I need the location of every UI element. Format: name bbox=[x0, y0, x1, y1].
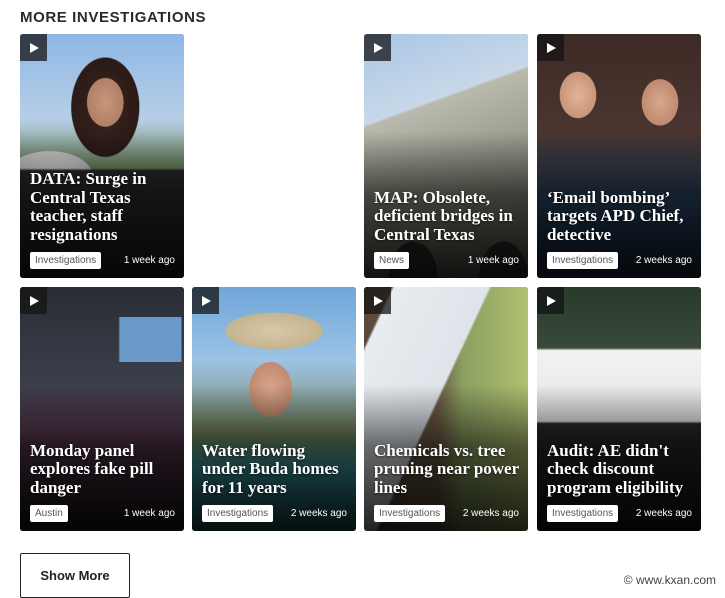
story-card-fake-pill-panel[interactable]: Monday panel explores fake pill danger A… bbox=[20, 287, 184, 531]
category-tag[interactable]: Austin bbox=[30, 505, 68, 522]
category-tag[interactable]: Investigations bbox=[30, 252, 102, 269]
story-headline[interactable]: ‘Email bombing’ targets APD Chief, detec… bbox=[547, 188, 693, 245]
timestamp: 2 weeks ago bbox=[290, 508, 347, 519]
timestamp: 2 weeks ago bbox=[462, 508, 519, 519]
timestamp: 2 weeks ago bbox=[635, 255, 692, 266]
section-title: MORE INVESTIGATIONS bbox=[20, 9, 207, 26]
timestamp: 1 week ago bbox=[123, 255, 175, 266]
play-icon[interactable] bbox=[537, 287, 564, 314]
play-icon[interactable] bbox=[20, 34, 47, 61]
story-card-buda-water[interactable]: Water flowing under Buda homes for 11 ye… bbox=[192, 287, 356, 531]
story-card-teacher-resignations[interactable]: DATA: Surge in Central Texas teacher, st… bbox=[20, 34, 184, 278]
play-icon[interactable] bbox=[192, 287, 219, 314]
site-watermark: © www.kxan.com bbox=[620, 572, 719, 588]
story-headline[interactable]: Water flowing under Buda homes for 11 ye… bbox=[202, 441, 348, 498]
category-tag[interactable]: News bbox=[374, 252, 410, 269]
story-card-tree-pruning[interactable]: Chemicals vs. tree pruning near power li… bbox=[364, 287, 528, 531]
timestamp: 1 week ago bbox=[467, 255, 519, 266]
play-icon[interactable] bbox=[537, 34, 564, 61]
play-icon[interactable] bbox=[364, 287, 391, 314]
timestamp: 2 weeks ago bbox=[635, 508, 692, 519]
play-icon[interactable] bbox=[364, 34, 391, 61]
category-tag[interactable]: Investigations bbox=[547, 252, 619, 269]
category-tag[interactable]: Investigations bbox=[374, 505, 446, 522]
category-tag[interactable]: Investigations bbox=[547, 505, 619, 522]
story-card-bridges[interactable]: MAP: Obsolete, deficient bridges in Cent… bbox=[364, 34, 528, 278]
category-tag[interactable]: Investigations bbox=[202, 505, 274, 522]
show-more-button[interactable]: Show More bbox=[20, 553, 130, 598]
timestamp: 1 week ago bbox=[123, 508, 175, 519]
story-card-ae-audit[interactable]: Audit: AE didn't check discount program … bbox=[537, 287, 701, 531]
story-headline[interactable]: MAP: Obsolete, deficient bridges in Cent… bbox=[374, 188, 520, 245]
story-headline[interactable]: DATA: Surge in Central Texas teacher, st… bbox=[30, 169, 176, 244]
story-headline[interactable]: Chemicals vs. tree pruning near power li… bbox=[374, 441, 520, 498]
story-card-email-bombing[interactable]: ‘Email bombing’ targets APD Chief, detec… bbox=[537, 34, 701, 278]
story-headline[interactable]: Audit: AE didn't check discount program … bbox=[547, 441, 693, 498]
story-headline[interactable]: Monday panel explores fake pill danger bbox=[30, 441, 176, 498]
play-icon[interactable] bbox=[20, 287, 47, 314]
